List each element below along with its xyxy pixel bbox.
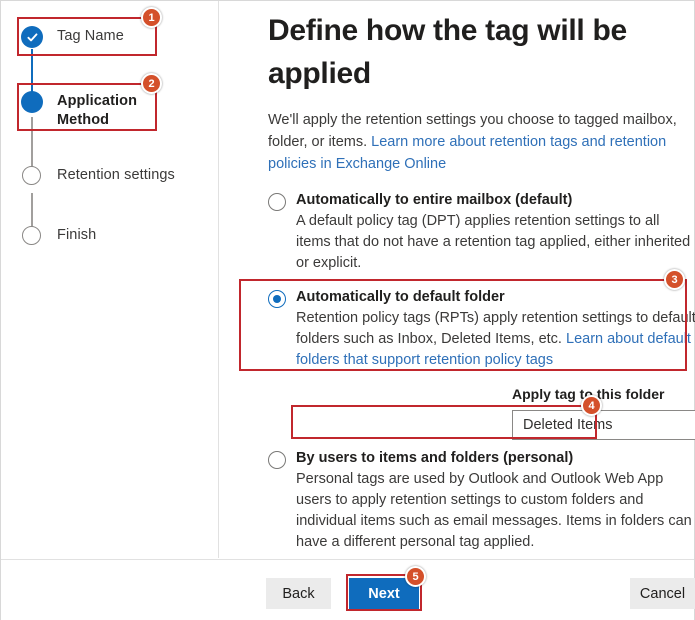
sidebar-step-application-method[interactable]: Application Method bbox=[21, 91, 167, 130]
check-circle-icon bbox=[21, 26, 43, 48]
back-button[interactable]: Back bbox=[266, 578, 331, 609]
page-title: Define how the tag will be applied bbox=[268, 14, 627, 90]
sidebar-step-finish[interactable]: Finish bbox=[21, 225, 96, 247]
step-marker-pending bbox=[21, 165, 43, 187]
rail-connector-1 bbox=[31, 117, 33, 171]
step-marker-pending bbox=[21, 225, 43, 247]
empty-circle-icon bbox=[22, 166, 41, 185]
wizard-footer: Back Next Cancel bbox=[1, 559, 695, 620]
apply-tag-folder-label: Apply tag to this folder bbox=[512, 386, 665, 402]
apply-tag-folder-group: Apply tag to this folder Deleted Items bbox=[512, 385, 695, 440]
wizard-content-pane: Define how the tag will be applied We'll… bbox=[220, 1, 695, 558]
intro-paragraph: We'll apply the retention settings you c… bbox=[268, 109, 686, 175]
wizard-dialog: Tag Name Application Method Retention se… bbox=[0, 0, 695, 620]
sidebar-step-tag-name[interactable]: Tag Name bbox=[21, 26, 124, 48]
wizard-step-rail: Tag Name Application Method Retention se… bbox=[1, 1, 219, 558]
sidebar-step-label: Tag Name bbox=[57, 28, 124, 44]
next-button[interactable]: Next bbox=[349, 578, 419, 609]
option-description: Personal tags are used by Outlook and Ou… bbox=[296, 471, 692, 550]
radio-entire-mailbox[interactable] bbox=[268, 193, 286, 211]
option-default-folder[interactable]: Automatically to default folder Retentio… bbox=[268, 288, 695, 371]
sidebar-step-label: Retention settings bbox=[57, 167, 175, 183]
filled-circle-icon bbox=[21, 91, 43, 113]
radio-default-folder[interactable] bbox=[268, 290, 286, 308]
option-personal[interactable]: By users to items and folders (personal)… bbox=[268, 449, 694, 553]
sidebar-step-label: Finish bbox=[57, 227, 97, 243]
option-description: A default policy tag (DPT) applies reten… bbox=[296, 213, 691, 271]
folder-select[interactable]: Deleted Items bbox=[512, 410, 695, 440]
radio-personal[interactable] bbox=[268, 451, 286, 469]
sidebar-step-label: Application Method bbox=[57, 93, 138, 128]
cancel-button[interactable]: Cancel bbox=[630, 578, 695, 609]
option-entire-mailbox[interactable]: Automatically to entire mailbox (default… bbox=[268, 191, 694, 274]
option-title: Automatically to entire mailbox (default… bbox=[296, 192, 573, 208]
option-title: Automatically to default folder bbox=[296, 289, 505, 305]
sidebar-step-retention-settings[interactable]: Retention settings bbox=[21, 165, 175, 187]
option-description: Retention policy tags (RPTs) apply reten… bbox=[296, 308, 695, 371]
empty-circle-icon bbox=[22, 226, 41, 245]
option-title: By users to items and folders (personal) bbox=[296, 450, 574, 466]
step-marker-current bbox=[21, 91, 43, 113]
folder-select-value: Deleted Items bbox=[523, 417, 613, 433]
step-marker-completed bbox=[21, 26, 43, 48]
